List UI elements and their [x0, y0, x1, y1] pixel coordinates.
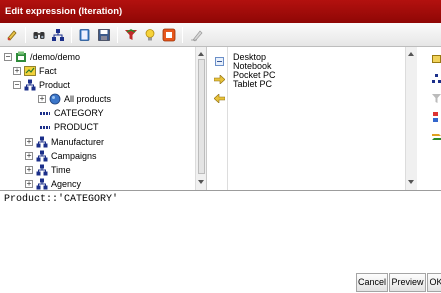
- tree-item-label: CATEGORY: [54, 108, 104, 118]
- tree-item-label: Agency: [51, 179, 82, 189]
- function-bar: [430, 47, 441, 190]
- tree-item-fact[interactable]: + Fact: [13, 64, 57, 78]
- collapse-icon[interactable]: −: [13, 81, 21, 89]
- comment-icon[interactable]: [432, 55, 441, 63]
- tree-item-time[interactable]: + Time: [25, 163, 71, 177]
- dialog-footer: Cancel Preview OK: [0, 273, 441, 293]
- book-icon[interactable]: [77, 27, 93, 43]
- metadata-tree: − /demo/demo + Fact − Product + All prod…: [0, 47, 207, 190]
- tree-item-label: Time: [51, 165, 71, 175]
- level-icon: [49, 93, 61, 105]
- funnel-icon[interactable]: [432, 94, 441, 103]
- preview-button[interactable]: Preview: [389, 273, 426, 292]
- attribute-icon: [40, 125, 50, 129]
- cancel-button[interactable]: Cancel: [356, 273, 388, 292]
- tree-item-agency[interactable]: + Agency: [25, 177, 81, 190]
- hierarchy-icon: [36, 136, 48, 148]
- expand-icon[interactable]: +: [38, 95, 46, 103]
- expand-icon[interactable]: +: [13, 67, 21, 75]
- arrow-right-icon[interactable]: [214, 75, 225, 84]
- member-values-list: Desktop Notebook Pocket PC Tablet PC: [229, 47, 417, 190]
- toolbar: [0, 23, 441, 47]
- tree-item-label: Fact: [39, 66, 57, 76]
- minus-icon[interactable]: [215, 57, 224, 66]
- expand-icon[interactable]: +: [25, 152, 33, 160]
- lightbulb-icon[interactable]: [142, 27, 158, 43]
- collapse-icon[interactable]: −: [4, 53, 12, 61]
- arrow-left-icon[interactable]: [214, 94, 225, 103]
- scroll-up-icon[interactable]: [408, 52, 414, 56]
- window-title: Edit expression (Iteration): [0, 0, 441, 23]
- attribute-icon: [40, 111, 50, 115]
- tree-item-label: Campaigns: [51, 151, 97, 161]
- database-icon: [15, 51, 27, 63]
- filter-icon[interactable]: [123, 27, 139, 43]
- tree-item-campaigns[interactable]: + Campaigns: [25, 149, 97, 163]
- transfer-bar: [211, 47, 228, 190]
- toolbar-separator: [71, 26, 72, 43]
- tree-item-label: Manufacturer: [51, 137, 105, 147]
- scroll-down-icon[interactable]: [408, 180, 414, 184]
- tree-root-label: /demo/demo: [30, 52, 81, 62]
- toolbar-separator: [25, 26, 26, 43]
- eraser-icon[interactable]: [188, 27, 204, 43]
- tree-item-manufacturer[interactable]: + Manufacturer: [25, 135, 104, 149]
- scroll-thumb[interactable]: [198, 59, 205, 174]
- expression-editor[interactable]: Product::'CATEGORY': [0, 190, 441, 273]
- fact-table-icon: [24, 65, 36, 77]
- hierarchy-icon[interactable]: [432, 74, 441, 83]
- save-icon[interactable]: [96, 27, 112, 43]
- values-scrollbar[interactable]: [405, 47, 417, 190]
- list-item[interactable]: Tablet PC: [233, 79, 272, 89]
- expand-icon[interactable]: +: [25, 180, 33, 188]
- back-icon[interactable]: [4, 27, 20, 43]
- swap-icon[interactable]: [432, 132, 441, 141]
- scroll-down-icon[interactable]: [198, 180, 204, 184]
- tree-item-product[interactable]: − Product: [13, 78, 70, 92]
- ok-button[interactable]: OK: [427, 273, 441, 292]
- toolbar-separator: [182, 26, 183, 43]
- hierarchy-icon: [36, 178, 48, 190]
- record-icon[interactable]: [161, 27, 177, 43]
- tree-item-all-products[interactable]: + All products: [38, 92, 111, 106]
- tree-item-label: Product: [39, 80, 71, 90]
- expand-icon[interactable]: +: [25, 138, 33, 146]
- expand-icon[interactable]: +: [25, 166, 33, 174]
- scroll-up-icon[interactable]: [198, 52, 204, 56]
- tree-item-category[interactable]: CATEGORY: [38, 106, 104, 120]
- hierarchy-icon: [36, 164, 48, 176]
- hierarchy-icon: [36, 150, 48, 162]
- tree-root[interactable]: − /demo/demo: [4, 50, 80, 64]
- sort-icon[interactable]: [432, 112, 441, 122]
- tree-scrollbar[interactable]: [195, 47, 206, 190]
- hierarchy-icon: [24, 79, 36, 91]
- binoculars-icon[interactable]: [31, 27, 47, 43]
- toolbar-separator: [117, 26, 118, 43]
- hierarchy-icon[interactable]: [50, 27, 66, 43]
- expression-text: Product::'CATEGORY': [4, 194, 119, 205]
- tree-item-label: PRODUCT: [54, 122, 99, 132]
- tree-item-product-attr[interactable]: PRODUCT: [38, 120, 99, 134]
- tree-item-label: All products: [64, 94, 112, 104]
